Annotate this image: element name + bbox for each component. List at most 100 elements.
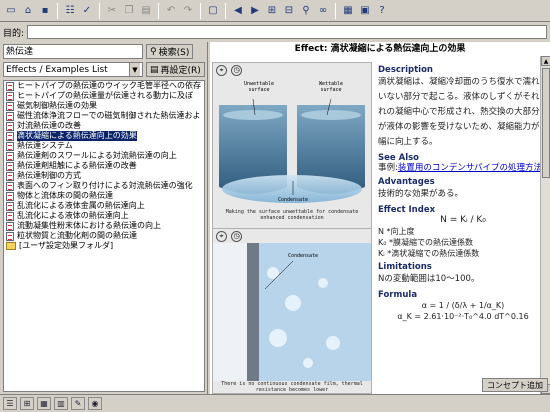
clock-icon[interactable]: ◷: [231, 64, 242, 76]
figure-panel-1: ⌖ ◷ Unwettable surface Wettable surface …: [212, 62, 372, 232]
formula-heading: Formula: [378, 290, 418, 300]
list-item[interactable]: ヒートパイプの熱伝達量が伝達される動力に及ぼ: [4, 91, 204, 101]
document-icon: [6, 91, 14, 101]
list-item-label: ヒートパイプの熱伝達のウイック毛管半径への依存: [17, 81, 201, 90]
document-icon: [6, 211, 14, 221]
tree-view-icon[interactable]: ⊞: [20, 397, 34, 410]
see-also-prefix: 事例:: [378, 163, 398, 173]
paste-icon[interactable]: ▤: [138, 3, 154, 19]
chevron-down-icon[interactable]: ▼: [129, 63, 140, 76]
wall-shape: [247, 243, 259, 381]
label-condensate-2: Condensate: [287, 253, 319, 259]
binoculars-icon[interactable]: ∞: [315, 3, 331, 19]
cut-icon[interactable]: ✂: [104, 3, 120, 19]
globe-icon[interactable]: ◉: [88, 397, 102, 410]
document-icon: [6, 111, 14, 121]
folder-label: [ユーザ設定効果フォルダ]: [19, 241, 114, 250]
text-icon[interactable]: ▦: [340, 3, 356, 19]
list-item-label: 熱伝達システム: [17, 141, 73, 150]
reset-button[interactable]: ▤ 再設定(R): [146, 62, 205, 77]
document-icon: [6, 191, 14, 201]
list-item[interactable]: 対流熱伝達の改善: [4, 121, 204, 131]
undo-icon[interactable]: ↶: [163, 3, 179, 19]
description-text: 滴状凝縮は、凝縮冷却面のうち復水で濡れていない部分で起こる。液体のしずくがそれぞ…: [378, 77, 549, 147]
toolbar-separator: [200, 2, 201, 19]
spell-icon[interactable]: ✓: [79, 3, 95, 19]
list-item-selected[interactable]: 滴状凝縮による熱伝達向上の効果: [4, 131, 204, 141]
limitations-heading: Limitations: [378, 262, 432, 272]
link-icon[interactable]: ⊟: [281, 3, 297, 19]
list-item[interactable]: 乱流化による液体の熱伝達向上: [4, 211, 204, 221]
image-icon[interactable]: ▣: [357, 3, 373, 19]
list-item[interactable]: 物体と流体床の間の熱伝達: [4, 191, 204, 201]
list-item[interactable]: 熱伝達剤組触による熱伝達の改善: [4, 161, 204, 171]
figure-caption-1: Making the surface unwettable for conden…: [225, 209, 359, 221]
list-item-label: 粒状物質と流動化剤の間の熱伝達: [17, 231, 137, 240]
folder-item[interactable]: [ユーザ設定効果フォルダ]: [4, 241, 204, 251]
scrollbar-thumb[interactable]: [542, 68, 550, 178]
find-icon[interactable]: ⚲: [298, 3, 314, 19]
list-item[interactable]: 粒状物質と流動化剤の間の熱伝達: [4, 231, 204, 241]
properties-icon[interactable]: ☷: [62, 3, 78, 19]
droplet: [267, 267, 279, 279]
pin-icon[interactable]: ⌖: [216, 230, 227, 242]
list-item[interactable]: 流動凝集性粉末体における熱伝達の向上: [4, 221, 204, 231]
search-button[interactable]: ⚲ 検索(S): [146, 44, 194, 59]
new-doc-icon[interactable]: ▭: [3, 3, 19, 19]
chart-view-icon[interactable]: ▥: [54, 397, 68, 410]
help-icon[interactable]: ?: [374, 3, 390, 19]
main-toolbar: ▭ ⌂ ▪ ☷ ✓ ✂ ❐ ▤ ↶ ↷ ▢ ◀ ▶ ⊞ ⊟ ⚲ ∞ ▦ ▣ ?: [0, 0, 550, 22]
search-icon: ⚲: [150, 46, 157, 57]
list-item[interactable]: 表面へのフィン取り付けによる対流熱伝達の強化: [4, 181, 204, 191]
list-item[interactable]: 熱伝達剤のスワールによる対流熱伝達の向上: [4, 151, 204, 161]
document-icon: [6, 141, 14, 151]
see-also-row: 事例:装置用のコンデンサパイプの処理方法: [378, 163, 548, 174]
list-item[interactable]: 熱伝達システム: [4, 141, 204, 151]
document-icon: [6, 161, 14, 171]
pin-icon[interactable]: ⌖: [216, 64, 227, 76]
search-button-label: 検索(S): [158, 48, 190, 58]
left-pane: 熱伝達 ⚲ 検索(S) Effects / Examples List ▼ ▤ …: [0, 42, 208, 394]
list-view-icon[interactable]: ☰: [3, 397, 17, 410]
droplet: [326, 336, 340, 350]
back-icon[interactable]: ◀: [230, 3, 246, 19]
toolbar-separator: [99, 2, 100, 19]
add-concept-button[interactable]: コンセプト追加: [482, 378, 548, 392]
document-icon: [6, 171, 14, 181]
list-item-label: 物体と流体床の間の熱伝達: [17, 191, 113, 200]
open-icon[interactable]: ⌂: [20, 3, 36, 19]
list-item[interactable]: 乱流化による液体金属の熱伝達向上: [4, 201, 204, 211]
reset-icon: ▤: [150, 64, 159, 75]
edit-icon[interactable]: ✎: [71, 397, 85, 410]
see-also-link[interactable]: 装置用のコンデンサパイプの処理方法: [398, 163, 542, 173]
list-item-label: 流動凝集性粉末体における熱伝達の向上: [17, 221, 161, 230]
list-item[interactable]: ヒートパイプの熱伝達のウイック毛管半径への依存: [4, 81, 204, 91]
list-item[interactable]: 熱伝達制御の方式: [4, 171, 204, 181]
save-icon[interactable]: ▪: [37, 3, 53, 19]
redo-icon[interactable]: ↷: [180, 3, 196, 19]
effect-title: Effect: 滴状凝縮による熱伝達向上の効果: [294, 44, 466, 54]
effect-index-def: K₀ *膜凝縮での熱伝達係数: [378, 238, 473, 247]
list-item[interactable]: 磁性流体浄流フローでの磁気制御された熱伝達およ: [4, 111, 204, 121]
list-item-label: 滴状凝縮による熱伝達向上の効果: [17, 131, 137, 141]
reset-button-label: 再設定(R): [160, 66, 201, 76]
window-icon[interactable]: ▢: [205, 3, 221, 19]
figure-caption-2: There is no continuous condensate film, …: [221, 381, 363, 393]
list-item-label: 熱伝達剤のスワールによる対流熱伝達の向上: [17, 151, 177, 160]
scroll-up-icon[interactable]: ▲: [541, 56, 550, 66]
address-input[interactable]: [27, 25, 547, 39]
clock-icon[interactable]: ◷: [231, 230, 242, 242]
copy-icon[interactable]: ❐: [121, 3, 137, 19]
forward-icon[interactable]: ▶: [247, 3, 263, 19]
tree-icon[interactable]: ⊞: [264, 3, 280, 19]
list-item-label: 熱伝達剤組触による熱伝達の改善: [17, 161, 137, 170]
vertical-scrollbar[interactable]: ▲ ▼: [540, 56, 550, 394]
condensation-illustration: [219, 98, 365, 203]
grid-view-icon[interactable]: ▦: [37, 397, 51, 410]
filter-select[interactable]: Effects / Examples List ▼: [3, 62, 143, 77]
search-input[interactable]: 熱伝達: [3, 44, 143, 59]
droplet: [285, 295, 301, 311]
surface-top-left: [223, 110, 283, 120]
folder-icon: [6, 242, 16, 250]
list-item[interactable]: 磁気制御熱伝達の効果: [4, 101, 204, 111]
